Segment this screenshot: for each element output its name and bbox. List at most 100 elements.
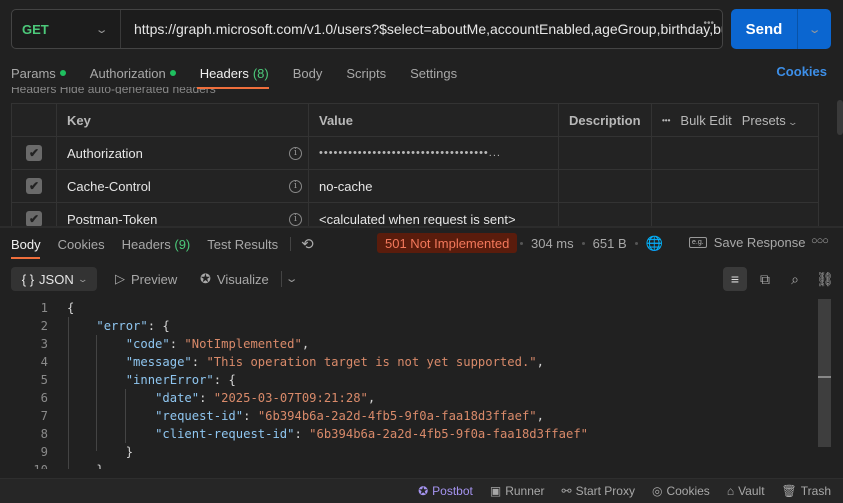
tab-body[interactable]: Body [293, 64, 323, 82]
response-meta: 304 ms 651 B 🌐 [520, 235, 663, 252]
runner-icon: ▣ [489, 484, 502, 498]
code-content: { [67, 301, 74, 315]
response-body-editor[interactable]: 1 {2 "error": {3 "code": "NotImplemented"… [0, 299, 817, 469]
tab-response-cookies[interactable]: Cookies [58, 237, 105, 252]
table-actions: ••• Bulk Edit Presets ⌄ [652, 104, 818, 136]
vault-icon: ⌂ [726, 484, 735, 498]
presets-dropdown[interactable]: Presets ⌄ [742, 113, 799, 128]
code-content: "innerError": { [67, 373, 236, 387]
bulk-edit-button[interactable]: Bulk Edit [680, 113, 731, 128]
visualize-dropdown[interactable]: ⌄ [284, 272, 299, 285]
preview-label: Preview [131, 271, 178, 287]
footer-runner-button[interactable]: ▣ Runner [490, 484, 545, 498]
row-checkbox[interactable]: ✔ [26, 178, 42, 194]
json-punctuation: } [67, 445, 134, 459]
json-string: "This operation target is not yet suppor… [206, 355, 537, 369]
footer-start-proxy-button[interactable]: ⚯ Start Proxy [562, 484, 635, 498]
footer-postbot-button[interactable]: ✪ Postbot [418, 484, 473, 498]
editor-scrollbar[interactable] [818, 299, 831, 447]
postbot-icon: ✪ [418, 484, 429, 498]
code-content: "client-request-id": "6b394b6a-2a2d-4fb5… [67, 427, 588, 441]
tab-params[interactable]: Params [11, 64, 66, 82]
footer-label: Postbot [432, 484, 473, 498]
cookie-icon: ◎ [651, 484, 663, 498]
footer-label: Runner [505, 484, 545, 498]
tab-response-headers[interactable]: Headers (9) [122, 237, 191, 252]
copy-icon[interactable]: ⧉ [753, 267, 777, 291]
status-bar: ✪ Postbot ▣ Runner ⚯ Start Proxy ◎ Cookies ⌂ Vaul… [0, 478, 843, 503]
code-line: 8 "client-request-id": "6b394b6a-2a2d-4f… [0, 425, 817, 443]
tab-settings[interactable]: Settings [410, 64, 457, 82]
url-input[interactable]: https://graph.microsoft.com/v1.0/users?$… [121, 10, 722, 48]
pane-resize-handle[interactable] [0, 226, 843, 228]
more-options-button[interactable]: ••• [662, 116, 670, 125]
braces-icon: { } [21, 271, 35, 287]
preview-button[interactable]: ▷ Preview [115, 271, 177, 287]
tab-label: Scripts [346, 65, 387, 81]
table-scrollbar[interactable] [837, 100, 843, 135]
info-icon[interactable]: i [289, 179, 302, 193]
code-content: "request-id": "6b394b6a-2a2d-4fb5-9f0a-f… [67, 409, 544, 423]
json-punctuation [67, 319, 96, 333]
hide-auto-headers-toggle[interactable]: Headers Hide auto-generated headers [11, 87, 216, 94]
code-content: } [67, 463, 103, 469]
format-dropdown[interactable]: { } JSON ⌄ [11, 267, 97, 291]
line-number: 1 [40, 301, 48, 315]
network-lock-icon[interactable]: 🌐 [646, 235, 663, 252]
response-size[interactable]: 651 B [593, 236, 627, 251]
header-value[interactable]: •••••••••••••••••••••••••••••••••••... [309, 137, 559, 169]
row-checkbox[interactable]: ✔ [26, 145, 42, 161]
info-icon[interactable]: i [289, 212, 302, 226]
wrap-lines-icon[interactable]: ≡ [723, 267, 747, 291]
header-description[interactable] [559, 137, 652, 169]
chevron-down-icon: ⌄ [284, 273, 299, 285]
column-key: Key [57, 104, 309, 136]
footer-trash-button[interactable]: 🗑 Trash [782, 484, 831, 498]
footer-cookies-button[interactable]: ◎ Cookies [652, 484, 710, 498]
line-number: 6 [40, 391, 48, 405]
active-tab-indicator [197, 87, 269, 89]
cookies-link[interactable]: Cookies [776, 64, 827, 79]
send-button[interactable]: Send [731, 9, 798, 49]
json-key: "client-request-id" [155, 427, 295, 441]
status-badge[interactable]: 501 Not Implemented [377, 233, 518, 253]
tab-scripts[interactable]: Scripts [346, 64, 386, 82]
json-punctuation [67, 391, 155, 405]
json-punctuation: : [243, 409, 258, 423]
row-checkbox[interactable]: ✔ [26, 211, 42, 227]
json-punctuation [67, 409, 155, 423]
visualize-label: Visualize [216, 271, 269, 287]
footer-vault-button[interactable]: ⌂ Vault [727, 484, 765, 498]
code-line: 2 "error": { [0, 317, 817, 335]
tab-test-results[interactable]: Test Results [207, 237, 278, 252]
code-content: "message": "This operation target is not… [67, 355, 544, 369]
json-key: "request-id" [155, 409, 244, 423]
method-select[interactable]: GET ⌄ [12, 10, 121, 48]
more-options-icon[interactable]: ○○○ [811, 235, 829, 247]
header-value[interactable]: no-cache [309, 170, 559, 202]
tab-headers[interactable]: Headers (8) [200, 64, 269, 82]
json-punctuation: , [536, 355, 544, 369]
info-icon[interactable]: i [289, 146, 302, 160]
history-icon[interactable]: ⟲ [301, 235, 314, 253]
more-icon: ••• [703, 18, 714, 29]
save-response-button[interactable]: e.g. Save Response [689, 235, 805, 250]
table-row: ✔ Authorization i •••••••••••••••••••••••… [12, 137, 818, 170]
header-description[interactable] [559, 170, 652, 202]
send-dropdown-button[interactable]: ⌄ [798, 9, 831, 49]
tab-authorization[interactable]: Authorization [90, 64, 176, 82]
visualize-button[interactable]: ✪ Visualize [200, 271, 269, 287]
search-icon[interactable]: ⌕ [783, 267, 807, 291]
table-row: ✔ Cache-Control i no-cache [12, 170, 818, 203]
code-line: 3 "code": "NotImplemented", [0, 335, 817, 353]
active-dot-icon [59, 70, 66, 76]
code-content: } [67, 445, 133, 459]
link-icon[interactable]: ⛓ [813, 267, 837, 291]
json-string: "NotImplemented" [184, 337, 302, 351]
headers-table: Key Value Description ••• Bulk Edit Pres… [11, 103, 819, 237]
response-time[interactable]: 304 ms [531, 236, 574, 251]
line-number: 10 [0, 463, 48, 469]
tab-response-body[interactable]: Body [11, 237, 41, 252]
header-key: Authorization [67, 145, 143, 161]
json-string: "6b394b6a-2a2d-4fb5-9f0a-faa18d3ffaef" [257, 409, 537, 423]
